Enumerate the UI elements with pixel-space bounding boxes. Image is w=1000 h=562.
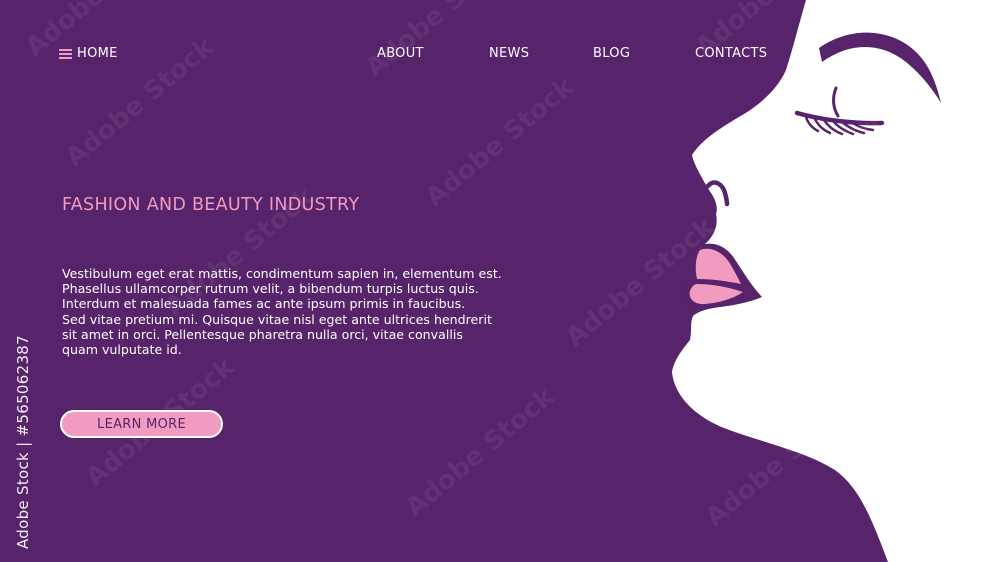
nav-home-label: HOME (77, 46, 118, 61)
body-line: Vestibulum eget erat mattis, condimentum… (62, 266, 502, 281)
nav-item-news[interactable]: NEWS (489, 45, 529, 63)
body-line: Sed vitae pretium mi. Quisque vitae nisl… (62, 311, 492, 327)
top-navigation: HOME ABOUT NEWS BLOG CONTACTS (0, 45, 800, 65)
nav-item-about[interactable]: ABOUT (377, 45, 424, 63)
hamburger-menu-icon[interactable] (59, 49, 72, 59)
body-line: Interdum et malesuada fames ac ante ipsu… (62, 296, 466, 312)
body-line: quam vulputate id. (62, 342, 182, 358)
nav-item-contacts[interactable]: CONTACTS (695, 45, 767, 63)
nav-home[interactable]: HOME (59, 45, 118, 63)
watermark-side-text: Adobe Stock | #565062387 (14, 335, 32, 549)
body-line: Phasellus ullamcorper rutrum velit, a bi… (62, 281, 479, 297)
hero-body-text: Vestibulum eget erat mattis, condimentum… (62, 266, 532, 357)
learn-more-button[interactable]: LEARN MORE (60, 410, 223, 438)
landing-page: Adobe Stock Adobe Stock Adobe Stock Adob… (0, 0, 1000, 562)
nav-item-blog[interactable]: BLOG (593, 45, 630, 63)
hero-headline: FASHION AND BEAUTY INDUSTRY (62, 195, 360, 215)
body-line: sit amet in orci. Pellentesque pharetra … (62, 326, 463, 342)
